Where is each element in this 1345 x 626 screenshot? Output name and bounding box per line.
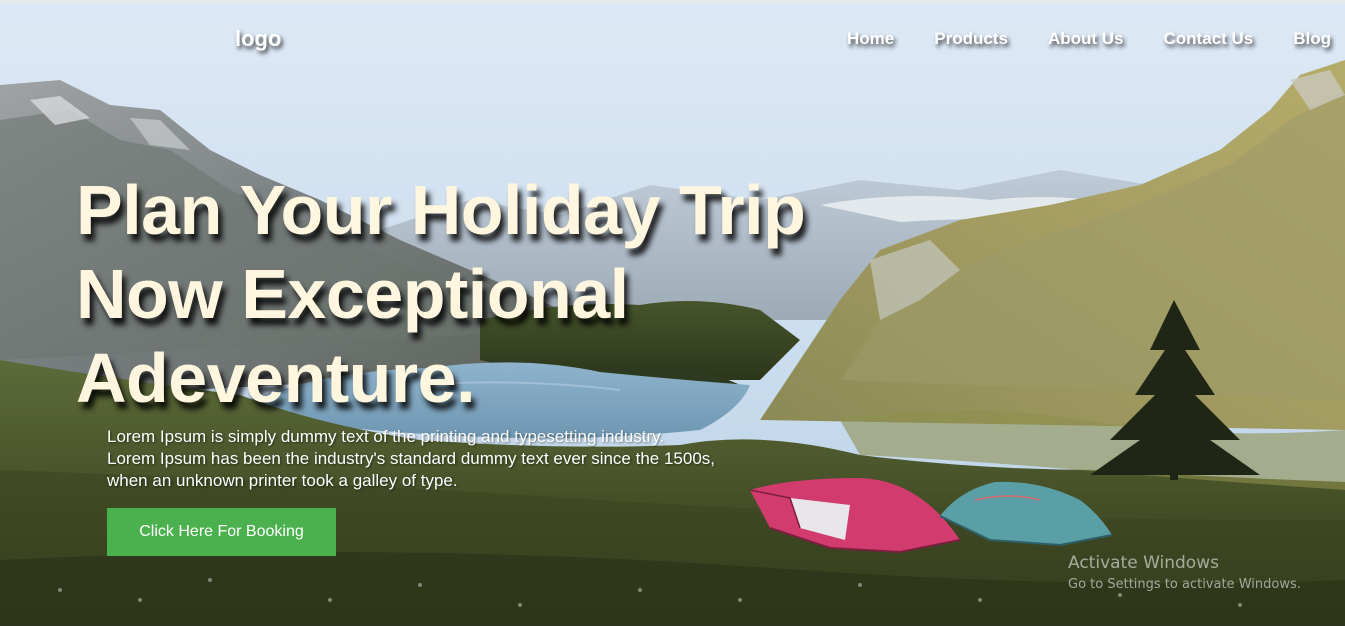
navbar: logo Home Products About Us Contact Us B… (0, 0, 1345, 78)
hero-title: Plan Your Holiday Trip Now Exceptional A… (76, 168, 876, 420)
hero-description-line-1: Lorem Ipsum is simply dummy text of the … (107, 427, 665, 446)
landing-page: logo Home Products About Us Contact Us B… (0, 0, 1345, 626)
hero-title-line-3: Adeventure. (76, 339, 476, 417)
hero-title-line-2: Now Exceptional (76, 255, 629, 333)
nav-item-products: Products (934, 29, 1008, 49)
watermark-title: Activate Windows (1068, 553, 1219, 573)
nav-item-contact-us: Contact Us (1163, 29, 1253, 49)
nav-link-about-us[interactable]: About Us (1048, 29, 1124, 48)
nav-item-blog: Blog (1293, 29, 1331, 49)
logo-link[interactable]: logo (235, 26, 281, 52)
activate-windows-watermark: Activate Windows Go to Settings to activ… (1068, 552, 1301, 594)
hero-description: Lorem Ipsum is simply dummy text of the … (107, 426, 827, 492)
nav-link-products[interactable]: Products (934, 29, 1008, 48)
nav-link-contact-us[interactable]: Contact Us (1163, 29, 1253, 48)
nav-link-blog[interactable]: Blog (1293, 29, 1331, 48)
nav-item-about-us: About Us (1048, 29, 1124, 49)
nav-links: Home Products About Us Contact Us Blog (847, 29, 1331, 49)
hero-description-line-2: Lorem Ipsum has been the industry's stan… (107, 449, 716, 468)
nav-item-home: Home (847, 29, 894, 49)
hero-title-line-1: Plan Your Holiday Trip (76, 171, 806, 249)
nav-link-home[interactable]: Home (847, 29, 894, 48)
watermark-subtitle: Go to Settings to activate Windows. (1068, 577, 1301, 592)
hero-description-line-3: when an unknown printer took a galley of… (107, 471, 458, 490)
booking-button[interactable]: Click Here For Booking (107, 508, 336, 556)
